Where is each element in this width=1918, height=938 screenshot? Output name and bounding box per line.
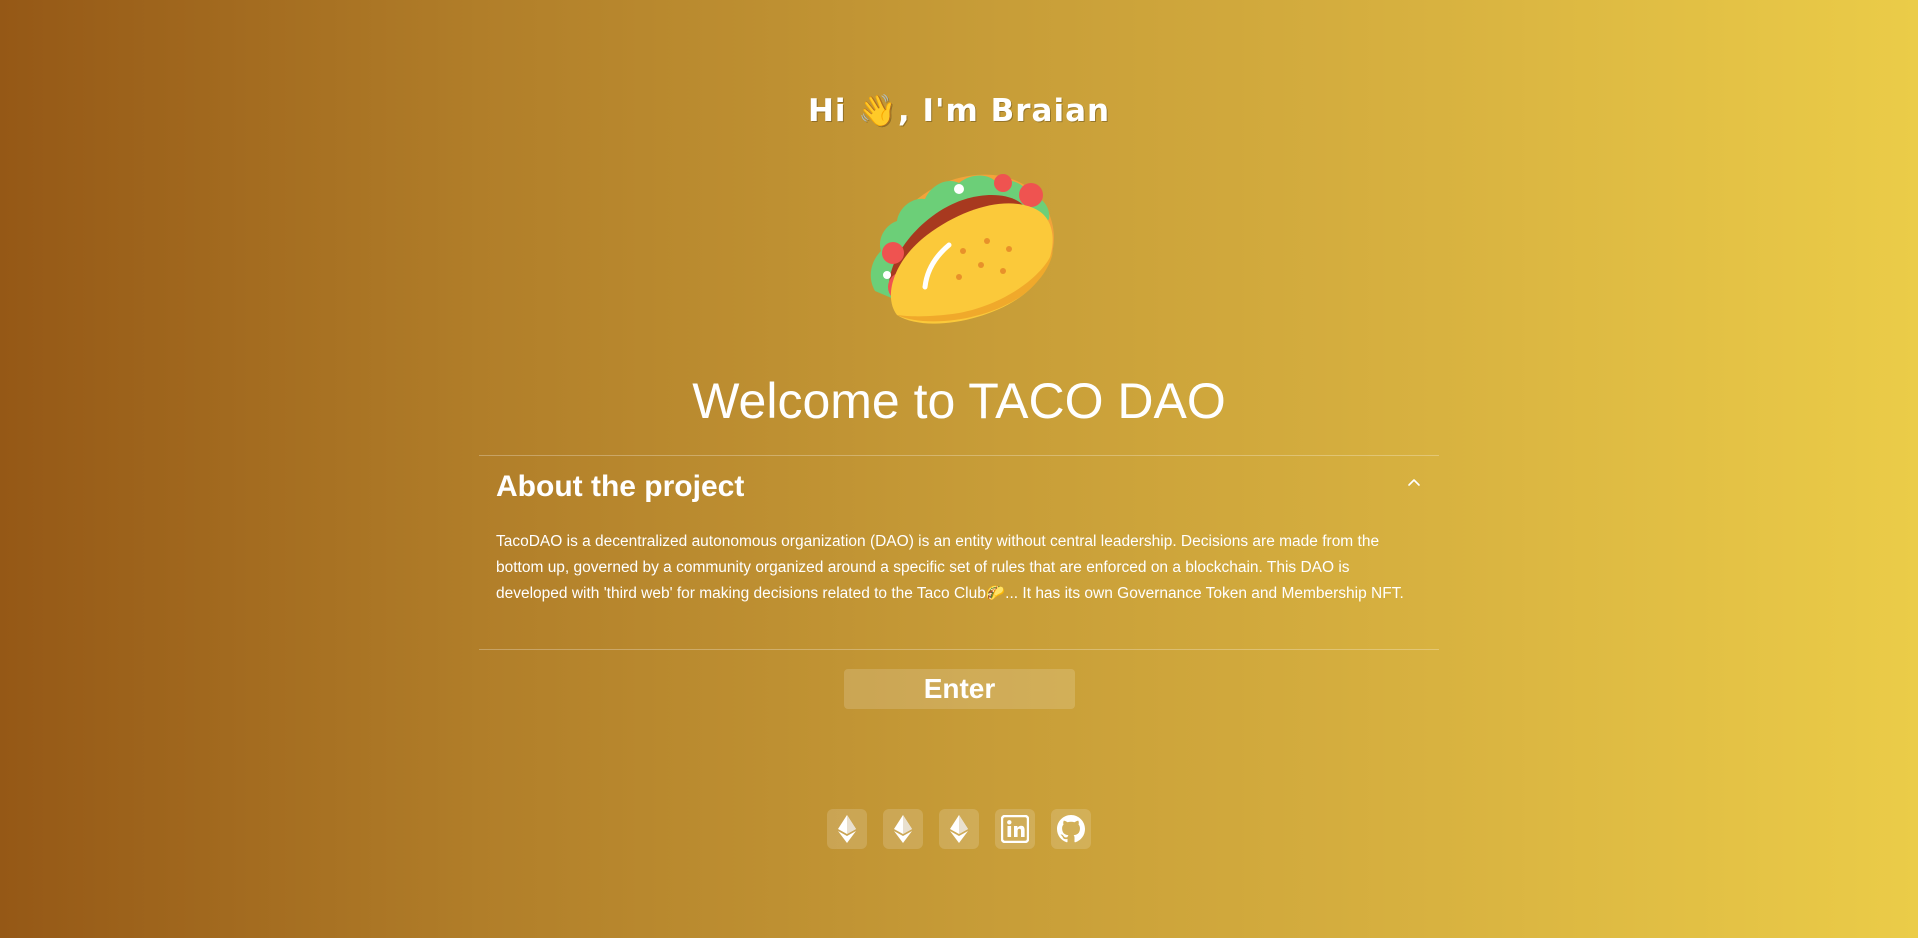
- social-links: [827, 809, 1091, 849]
- about-title: About the project: [496, 470, 745, 503]
- ethereum-icon: [894, 815, 912, 843]
- ethereum-icon: [838, 815, 856, 843]
- taco-icon: [863, 165, 1059, 329]
- github-link[interactable]: [1051, 809, 1091, 849]
- taco-emoji: 🌮: [985, 585, 1006, 602]
- welcome-title: Welcome to TACO DAO: [692, 373, 1226, 429]
- ethereum-link-2[interactable]: [883, 809, 923, 849]
- about-accordion: About the project TacoDAO is a decentral…: [479, 455, 1439, 650]
- waving-hand-emoji: 👋: [858, 93, 898, 129]
- chevron-up-icon: [1405, 474, 1423, 492]
- greeting-heading: Hi 👋, I'm Braian: [0, 92, 1918, 129]
- github-icon: [1057, 815, 1085, 843]
- linkedin-icon: [1001, 815, 1029, 843]
- linkedin-link[interactable]: [995, 809, 1035, 849]
- enter-button[interactable]: Enter: [844, 669, 1075, 709]
- about-description-text-end: ... It has its own Governance Token and …: [1005, 585, 1404, 602]
- ethereum-icon: [950, 815, 968, 843]
- about-accordion-toggle[interactable]: About the project: [479, 456, 1439, 524]
- ethereum-link-3[interactable]: [939, 809, 979, 849]
- about-description: TacoDAO is a decentralized autonomous or…: [496, 529, 1421, 607]
- greeting-text-after: , I'm Braian: [897, 93, 1111, 129]
- ethereum-link-1[interactable]: [827, 809, 867, 849]
- greeting-text-before: Hi: [807, 93, 859, 129]
